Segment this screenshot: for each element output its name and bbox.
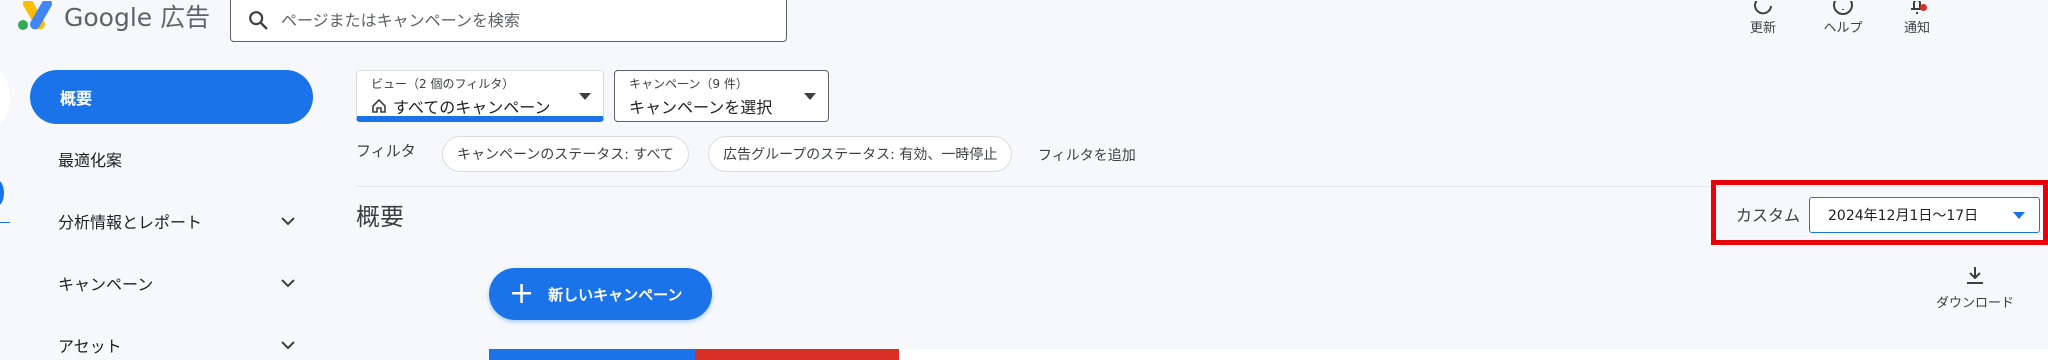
sidebar-item-label: アセット [58,337,122,356]
refresh-button[interactable]: 更新 [1728,0,1798,36]
home-icon [372,98,386,113]
new-campaign-label: 新しいキャンペーン [548,285,683,304]
help-icon [1831,1,1855,17]
google-ads-logo[interactable]: Google 広告 [16,0,210,32]
search-input[interactable] [281,10,786,30]
date-range-label: カスタム [1736,206,1801,225]
filter-label: フィルタ [356,142,416,160]
notifications-label: 通知 [1903,21,1930,36]
view-dropdown-value: すべてのキャンペーン [393,98,551,117]
logo-text: Google 広告 [64,3,211,32]
download-button[interactable]: ダウンロード [1930,264,2020,311]
view-dropdown[interactable]: ビュー（2 個のフィルタ） すべてのキャンペーン [356,70,604,122]
chevron-down-icon [281,279,295,288]
scorecard-area [899,349,2048,360]
sidebar-item-insights-reports[interactable]: 分析情報とレポート [58,206,298,236]
page-title: 概要 [356,203,404,231]
rail-button[interactable] [0,68,10,128]
scorecard-tab-blue[interactable] [489,349,695,360]
download-icon [1967,267,1983,284]
filter-chip-label: 広告グループのステータス: 有効、一時停止 [723,147,998,163]
rail-indicator [0,180,4,206]
notification-dot [1920,4,1927,11]
help-label: ヘルプ [1823,21,1863,36]
sidebar-item-label: キャンペーン [58,275,154,294]
filter-chip-adgroup-status[interactable]: 広告グループのステータス: 有効、一時停止 [708,136,1013,172]
refresh-label: 更新 [1749,21,1776,36]
date-range-dropdown[interactable]: 2024年12月1日～17日 [1809,197,2040,233]
campaign-dropdown-caption: キャンペーン（9 件） [629,77,748,91]
filter-chip-campaign-status[interactable]: キャンペーンのステータス: すべて [442,136,689,172]
google-ads-logo-icon [18,1,52,30]
add-filter-link[interactable]: フィルタを追加 [1038,145,1136,165]
date-range-value: 2024年12月1日～17日 [1828,208,1979,224]
view-dropdown-caption: ビュー（2 個のフィルタ） [371,77,515,91]
chevron-down-icon [281,217,295,226]
sidebar-item-campaigns[interactable]: キャンペーン [58,268,298,298]
sidebar-item-label: 最適化案 [58,151,123,170]
campaign-dropdown-value: キャンペーンを選択 [629,98,773,117]
filter-chip-label: キャンペーンのステータス: すべて [457,147,674,163]
sidebar-item-overview[interactable]: 概要 [30,70,313,124]
help-button[interactable]: ヘルプ [1808,0,1878,36]
campaign-dropdown[interactable]: キャンペーン（9 件） キャンペーンを選択 [614,70,829,122]
chevron-down-icon [281,341,295,350]
caret-down-icon [579,93,591,100]
refresh-icon [1751,1,1775,17]
bell-icon [1905,1,1929,17]
plus-icon: + [509,276,535,311]
sidebar-item-label: 概要 [60,89,93,108]
rail-divider [0,222,10,223]
search-icon [249,11,268,30]
sidebar-item-assets[interactable]: アセット [58,330,298,360]
search-bar[interactable] [230,0,787,42]
sidebar-item-label: 分析情報とレポート [58,213,203,232]
caret-down-icon [804,93,816,100]
scorecard-tab-red[interactable] [695,349,899,360]
caret-down-icon [2013,212,2025,219]
download-label: ダウンロード [1935,296,2014,311]
sidebar-item-recommendations[interactable]: 最適化案 [58,144,298,174]
new-campaign-button[interactable]: + 新しいキャンペーン [489,268,712,320]
notifications-button[interactable]: 通知 [1882,0,1952,36]
